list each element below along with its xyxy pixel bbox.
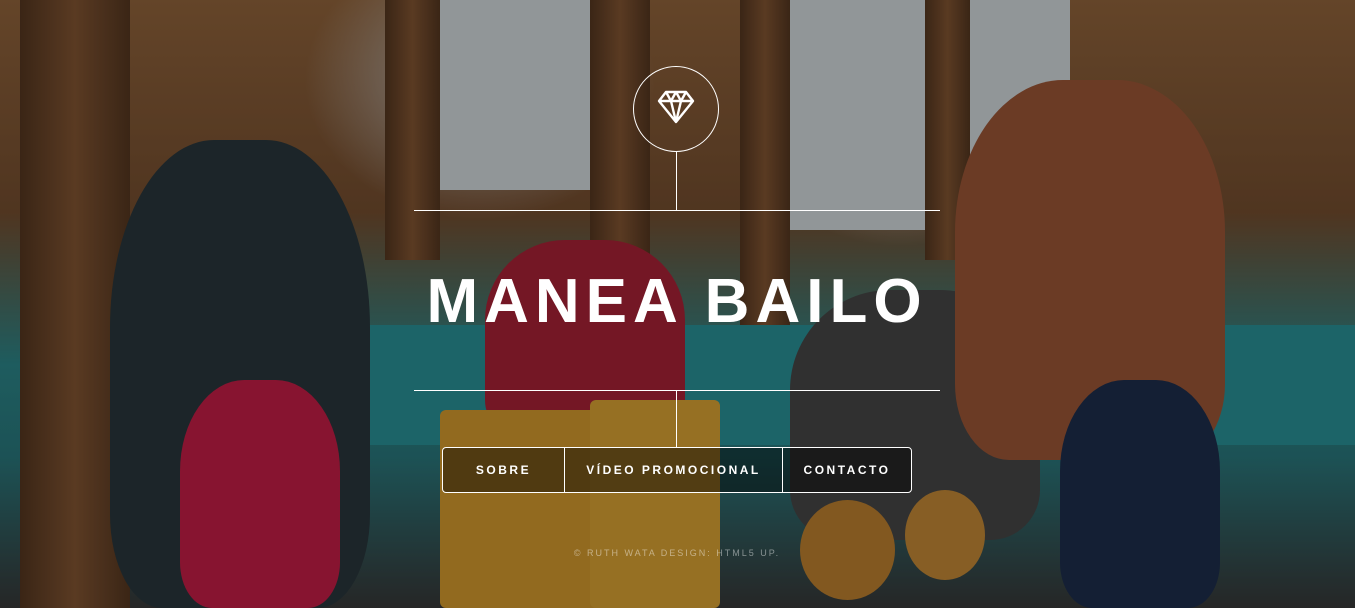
- connector-line-bottom: [676, 390, 677, 447]
- nav-link-contacto[interactable]: CONTACTO: [782, 448, 911, 492]
- title-border-bottom: [414, 390, 940, 391]
- main-nav: SOBRE VÍDEO PROMOCIONAL CONTACTO: [442, 447, 912, 493]
- title-border-top: [414, 210, 940, 211]
- footer-credits: © RUTH WATA DESIGN: HTML5 UP.: [573, 548, 781, 558]
- nav-link-video-promocional[interactable]: VÍDEO PROMOCIONAL: [564, 448, 782, 492]
- diamond-icon: [657, 90, 695, 129]
- logo-circle: [633, 66, 719, 152]
- connector-line-top: [676, 152, 677, 210]
- page-title: MANEA BAILO: [426, 267, 928, 336]
- nav-link-sobre[interactable]: SOBRE: [443, 448, 564, 492]
